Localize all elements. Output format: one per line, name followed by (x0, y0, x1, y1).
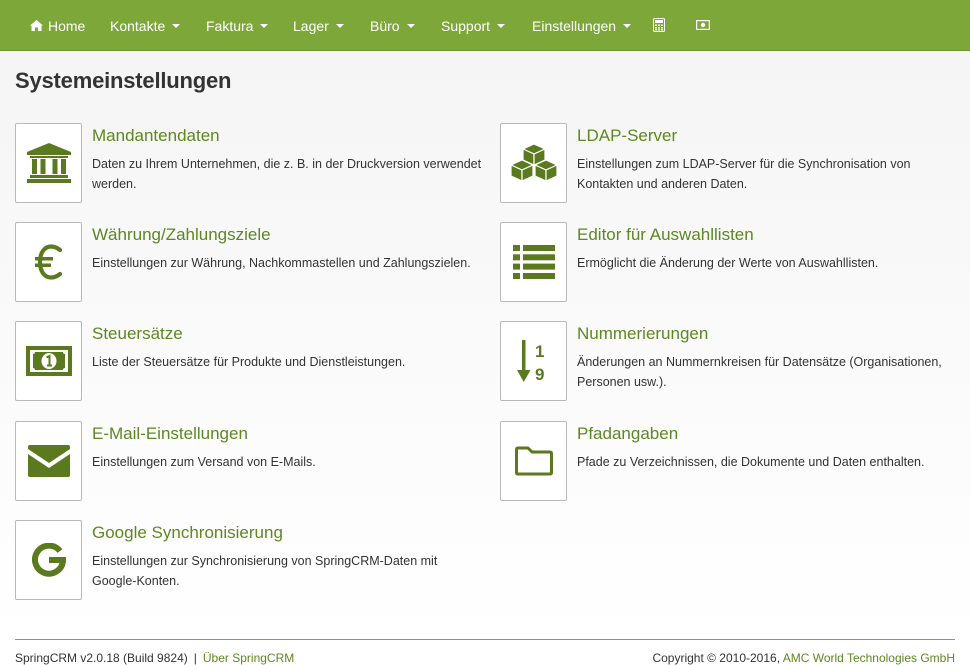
entry-title-link[interactable]: LDAP-Server (577, 126, 677, 146)
footer-separator: | (193, 651, 197, 665)
settings-entry-nummerierungen[interactable]: 1 9 Nummerierungen Änderungen an Nummern… (500, 321, 970, 401)
top-navbar: Home Kontakte Faktura Lager Büro Support… (0, 0, 970, 51)
copyright-text: Copyright © 2010-2016, (652, 651, 781, 665)
nav-buero[interactable]: Büro (370, 0, 415, 51)
caret-down-icon (172, 24, 181, 29)
nav-lager[interactable]: Lager (293, 0, 344, 51)
nav-home[interactable]: Home (30, 0, 85, 51)
envelope-icon (27, 445, 70, 477)
about-link[interactable]: Über SpringCRM (203, 651, 294, 665)
entry-description: Liste der Steuersätze für Produkte und D… (92, 355, 406, 369)
entry-description: Einstellungen zum Versand von E-Mails. (92, 455, 316, 469)
cubes-icon (509, 143, 558, 182)
nav-lager-label: Lager (293, 18, 329, 34)
settings-entry-email[interactable]: E-Mail-Einstellungen Einstellungen zum V… (15, 421, 485, 501)
entry-title-link[interactable]: Pfadangaben (577, 424, 678, 444)
nav-kontakte-label: Kontakte (110, 18, 166, 34)
bank-icon (26, 143, 71, 183)
footer-divider (15, 639, 955, 640)
entry-icon-box[interactable] (15, 520, 82, 600)
entry-icon-box[interactable] (15, 222, 82, 302)
entry-title-link[interactable]: E-Mail-Einstellungen (92, 424, 248, 444)
entry-title-link[interactable]: Google Synchronisierung (92, 523, 283, 543)
nav-home-label: Home (48, 18, 86, 34)
settings-entry-ldap-server[interactable]: LDAP-Server Einstellungen zum LDAP-Serve… (500, 123, 970, 203)
entry-icon-box[interactable] (500, 222, 567, 302)
entry-icon-box[interactable] (15, 421, 82, 501)
caret-down-icon (623, 24, 632, 29)
page-title: Systemeinstellungen (15, 68, 232, 93)
nav-einstellungen[interactable]: Einstellungen (532, 0, 632, 51)
caret-down-icon (406, 24, 415, 29)
entry-icon-box[interactable]: 1 9 (500, 321, 567, 401)
entry-icon-box[interactable] (15, 123, 82, 203)
euro-icon (34, 244, 62, 280)
home-icon (30, 19, 43, 31)
google-icon (31, 543, 66, 577)
caret-down-icon (260, 24, 269, 29)
entry-description: Pfade zu Verzeichnissen, die Dokumente u… (577, 455, 925, 469)
settings-entry-auswahllisten[interactable]: Editor für Auswahllisten Ermöglicht die … (500, 222, 970, 302)
nav-support-label: Support (441, 18, 491, 34)
entry-title-link[interactable]: Nummerierungen (577, 324, 708, 344)
nav-faktura-label: Faktura (206, 18, 254, 34)
nav-faktura[interactable]: Faktura (206, 0, 269, 51)
money-icon[interactable] (696, 20, 710, 30)
entry-description: Ermöglicht die Änderung der Werte von Au… (577, 256, 879, 270)
nav-buero-label: Büro (370, 18, 400, 34)
company-link[interactable]: AMC World Technologies GmbH (783, 651, 955, 665)
svg-text:1: 1 (535, 342, 544, 361)
nav-support[interactable]: Support (441, 0, 506, 51)
footer-left: SpringCRM v2.0.18 (Build 9824) | Über Spri… (15, 651, 294, 665)
calculator-icon[interactable] (653, 18, 665, 32)
entry-title-link[interactable]: Währung/Zahlungsziele (92, 225, 271, 245)
entry-description: Daten zu Ihrem Unternehmen, die z. B. in… (92, 157, 482, 191)
entry-title-link[interactable]: Steuersätze (92, 324, 183, 344)
entry-icon-box[interactable] (500, 123, 567, 203)
entry-description: Änderungen an Nummernkreisen für Datensä… (577, 355, 942, 389)
settings-entry-waehrung[interactable]: Währung/Zahlungsziele Einstellungen zur … (15, 222, 485, 302)
settings-entry-google-sync[interactable]: Google Synchronisierung Einstellungen zu… (15, 520, 485, 600)
caret-down-icon (335, 24, 344, 29)
footer-right: Copyright © 2010-2016, AMC World Technol… (652, 651, 955, 665)
money-icon (25, 346, 72, 376)
version-text: SpringCRM v2.0.18 (Build 9824) (15, 651, 188, 665)
caret-down-icon (497, 24, 506, 29)
sort-numeric-icon: 1 9 (516, 340, 544, 382)
folder-icon (514, 446, 553, 476)
settings-entry-mandantendaten[interactable]: Mandantendaten Daten zu Ihrem Unternehme… (15, 123, 485, 203)
entry-description: Einstellungen zum LDAP-Server für die Sy… (577, 157, 911, 191)
settings-entry-steuersaetze[interactable]: Steuersätze Liste der Steuersätze für Pr… (15, 321, 485, 401)
entry-description: Einstellungen zur Währung, Nachkommastel… (92, 256, 471, 270)
entry-title-link[interactable]: Editor für Auswahllisten (577, 225, 754, 245)
list-icon (512, 245, 555, 279)
entry-icon-box[interactable] (15, 321, 82, 401)
entry-title-link[interactable]: Mandantendaten (92, 126, 220, 146)
entry-icon-box[interactable] (500, 421, 567, 501)
entry-description: Einstellungen zur Synchronisierung von S… (92, 554, 438, 588)
nav-einstellungen-label: Einstellungen (532, 18, 617, 34)
svg-text:9: 9 (535, 365, 544, 382)
nav-kontakte[interactable]: Kontakte (110, 0, 181, 51)
settings-entry-pfadangaben[interactable]: Pfadangaben Pfade zu Verzeichnissen, die… (500, 421, 970, 501)
